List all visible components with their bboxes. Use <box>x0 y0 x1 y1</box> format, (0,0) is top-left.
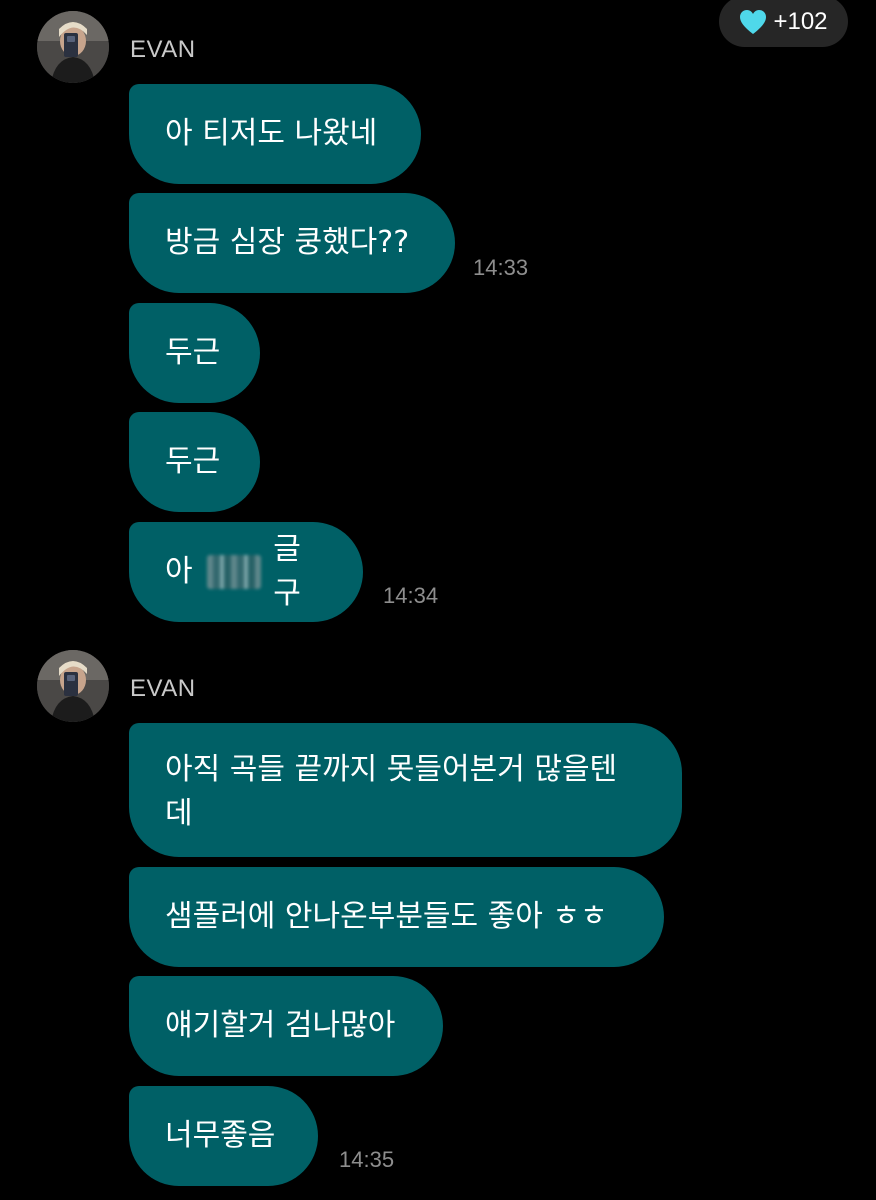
message-text: 샘플러에 안나온부분들도 좋아 ㅎㅎ <box>165 899 608 934</box>
likes-count: +102 <box>773 7 828 35</box>
message-text: 두근 <box>165 335 221 370</box>
message-text: 아직 곡들 끝까지 못들어본거 많을텐 데 <box>165 752 618 831</box>
sender-avatar[interactable] <box>37 11 109 83</box>
message-timestamp: 14:35 <box>339 1147 395 1172</box>
message-text-end: 글구 <box>273 532 301 611</box>
message-text-start: 아 <box>165 554 193 589</box>
message-timestamp: 14:33 <box>473 255 529 280</box>
message-bubble[interactable]: 두근 <box>129 412 260 512</box>
message-bubble[interactable]: 방금 심장 쿵했다?? <box>129 193 455 293</box>
message-bubble[interactable]: 얘기할거 검나많아 <box>129 976 443 1076</box>
avatar-photo <box>37 11 109 83</box>
likes-badge[interactable]: +102 <box>719 0 848 47</box>
sender-name: EVAN <box>130 675 196 702</box>
message-text: 너무좋음 <box>165 1118 276 1153</box>
message-bubble[interactable]: 아직 곡들 끝까지 못들어본거 많을텐 데 <box>129 723 682 857</box>
message-timestamp: 14:34 <box>383 583 439 608</box>
message-bubble[interactable]: 샘플러에 안나온부분들도 좋아 ㅎㅎ <box>129 867 664 967</box>
avatar-photo <box>37 650 109 722</box>
message-text: 얘기할거 검나많아 <box>165 1008 396 1043</box>
heart-icon <box>740 9 767 34</box>
message-bubble[interactable]: 두근 <box>129 303 260 403</box>
message-bubble[interactable]: 아 글구 <box>129 522 363 622</box>
message-text: 아 티저도 나왔네 <box>165 116 378 151</box>
message-bubble[interactable]: 아 티저도 나왔네 <box>129 84 421 184</box>
sender-avatar[interactable] <box>37 650 109 722</box>
sender-name: EVAN <box>130 36 196 63</box>
message-text: 두근 <box>165 444 221 479</box>
message-bubble[interactable]: 너무좋음 <box>129 1086 318 1186</box>
censored-blur <box>206 555 262 589</box>
message-text: 방금 심장 쿵했다?? <box>165 225 410 260</box>
